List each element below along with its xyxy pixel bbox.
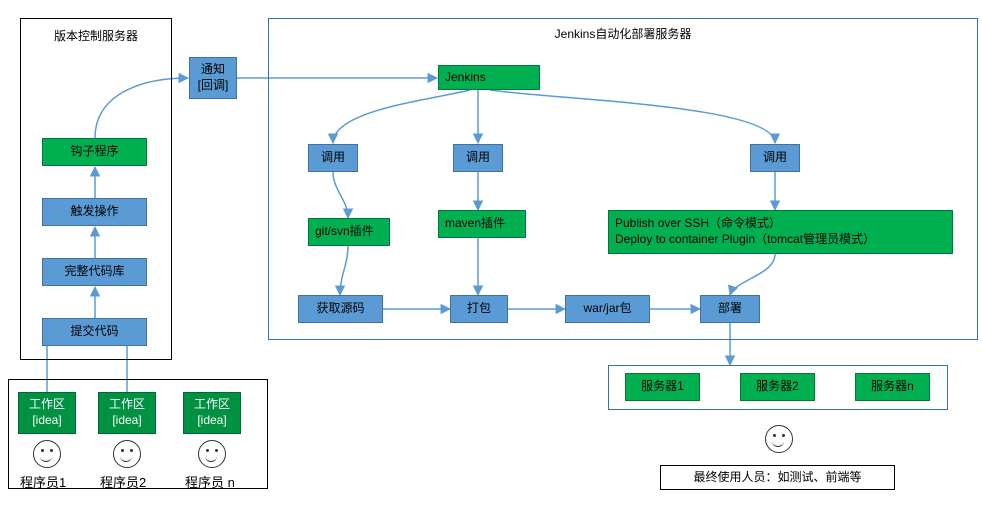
package-label: 打包 <box>467 301 491 317</box>
trigger-box: 触发操作 <box>42 198 147 226</box>
deploy-box: 部署 <box>700 295 760 323</box>
hook-box: 钩子程序 <box>42 138 147 166</box>
repo-label: 完整代码库 <box>64 264 124 280</box>
trigger-label: 触发操作 <box>70 204 118 220</box>
enduser-box: 最终使用人员：如测试、前端等 <box>660 465 895 490</box>
commit-box: 提交代码 <box>42 318 147 346</box>
maven-label: maven插件 <box>445 216 505 232</box>
jenkins-title: Jenkins自动化部署服务器 <box>555 27 692 43</box>
workspace1-label: 工作区 [idea] <box>29 397 65 428</box>
devn-label: 程序员 n <box>185 472 235 491</box>
vcs-title: 版本控制服务器 <box>54 29 138 45</box>
server2-box: 服务器2 <box>740 373 815 401</box>
server1-label: 服务器1 <box>641 379 684 395</box>
workspacen-label: 工作区 [idea] <box>194 397 230 428</box>
servern-box: 服务器n <box>855 373 930 401</box>
package-box: 打包 <box>450 295 508 323</box>
jenkins-box: Jenkins <box>438 65 540 90</box>
workspace2-box: 工作区 [idea] <box>98 392 156 434</box>
smiley-icon <box>113 440 141 468</box>
dev1-label: 程序员1 <box>20 472 66 491</box>
smiley-icon <box>765 425 793 453</box>
dev2-label: 程序员2 <box>100 472 146 491</box>
getsource-box: 获取源码 <box>298 295 383 323</box>
notify-label: 通知 [回调] <box>198 62 229 93</box>
workspace2-label: 工作区 [idea] <box>109 397 145 428</box>
workspacen-box: 工作区 [idea] <box>183 392 241 434</box>
servern-label: 服务器n <box>871 379 914 395</box>
publish-box: Publish over SSH（命令模式） Deploy to contain… <box>608 210 953 254</box>
jenkins-container: Jenkins自动化部署服务器 <box>268 18 978 340</box>
server2-label: 服务器2 <box>756 379 799 395</box>
warjar-box: war/jar包 <box>565 295 650 323</box>
call1-label: 调用 <box>321 150 345 166</box>
jenkins-label: Jenkins <box>445 70 486 86</box>
server1-box: 服务器1 <box>625 373 700 401</box>
deploy-label: 部署 <box>718 301 742 317</box>
call3-label: 调用 <box>763 150 787 166</box>
publish-label: Publish over SSH（命令模式） Deploy to contain… <box>615 216 875 247</box>
smiley-icon <box>198 440 226 468</box>
call1-box: 调用 <box>308 144 358 172</box>
notify-box: 通知 [回调] <box>189 57 237 99</box>
maven-box: maven插件 <box>438 210 526 238</box>
call2-label: 调用 <box>466 150 490 166</box>
hook-label: 钩子程序 <box>70 144 118 160</box>
gitsvn-label: git/svn插件 <box>315 224 374 240</box>
vcs-container: 版本控制服务器 <box>20 18 172 360</box>
commit-label: 提交代码 <box>70 324 118 340</box>
gitsvn-box: git/svn插件 <box>308 218 390 246</box>
diagram-canvas: 版本控制服务器 钩子程序 触发操作 完整代码库 提交代码 通知 [回调] Jen… <box>0 0 982 507</box>
getsource-label: 获取源码 <box>316 301 364 317</box>
warjar-label: war/jar包 <box>583 301 631 317</box>
smiley-icon <box>33 440 61 468</box>
enduser-label: 最终使用人员：如测试、前端等 <box>693 470 861 486</box>
call2-box: 调用 <box>453 144 503 172</box>
repo-box: 完整代码库 <box>42 258 147 286</box>
call3-box: 调用 <box>750 144 800 172</box>
workspace1-box: 工作区 [idea] <box>18 392 76 434</box>
